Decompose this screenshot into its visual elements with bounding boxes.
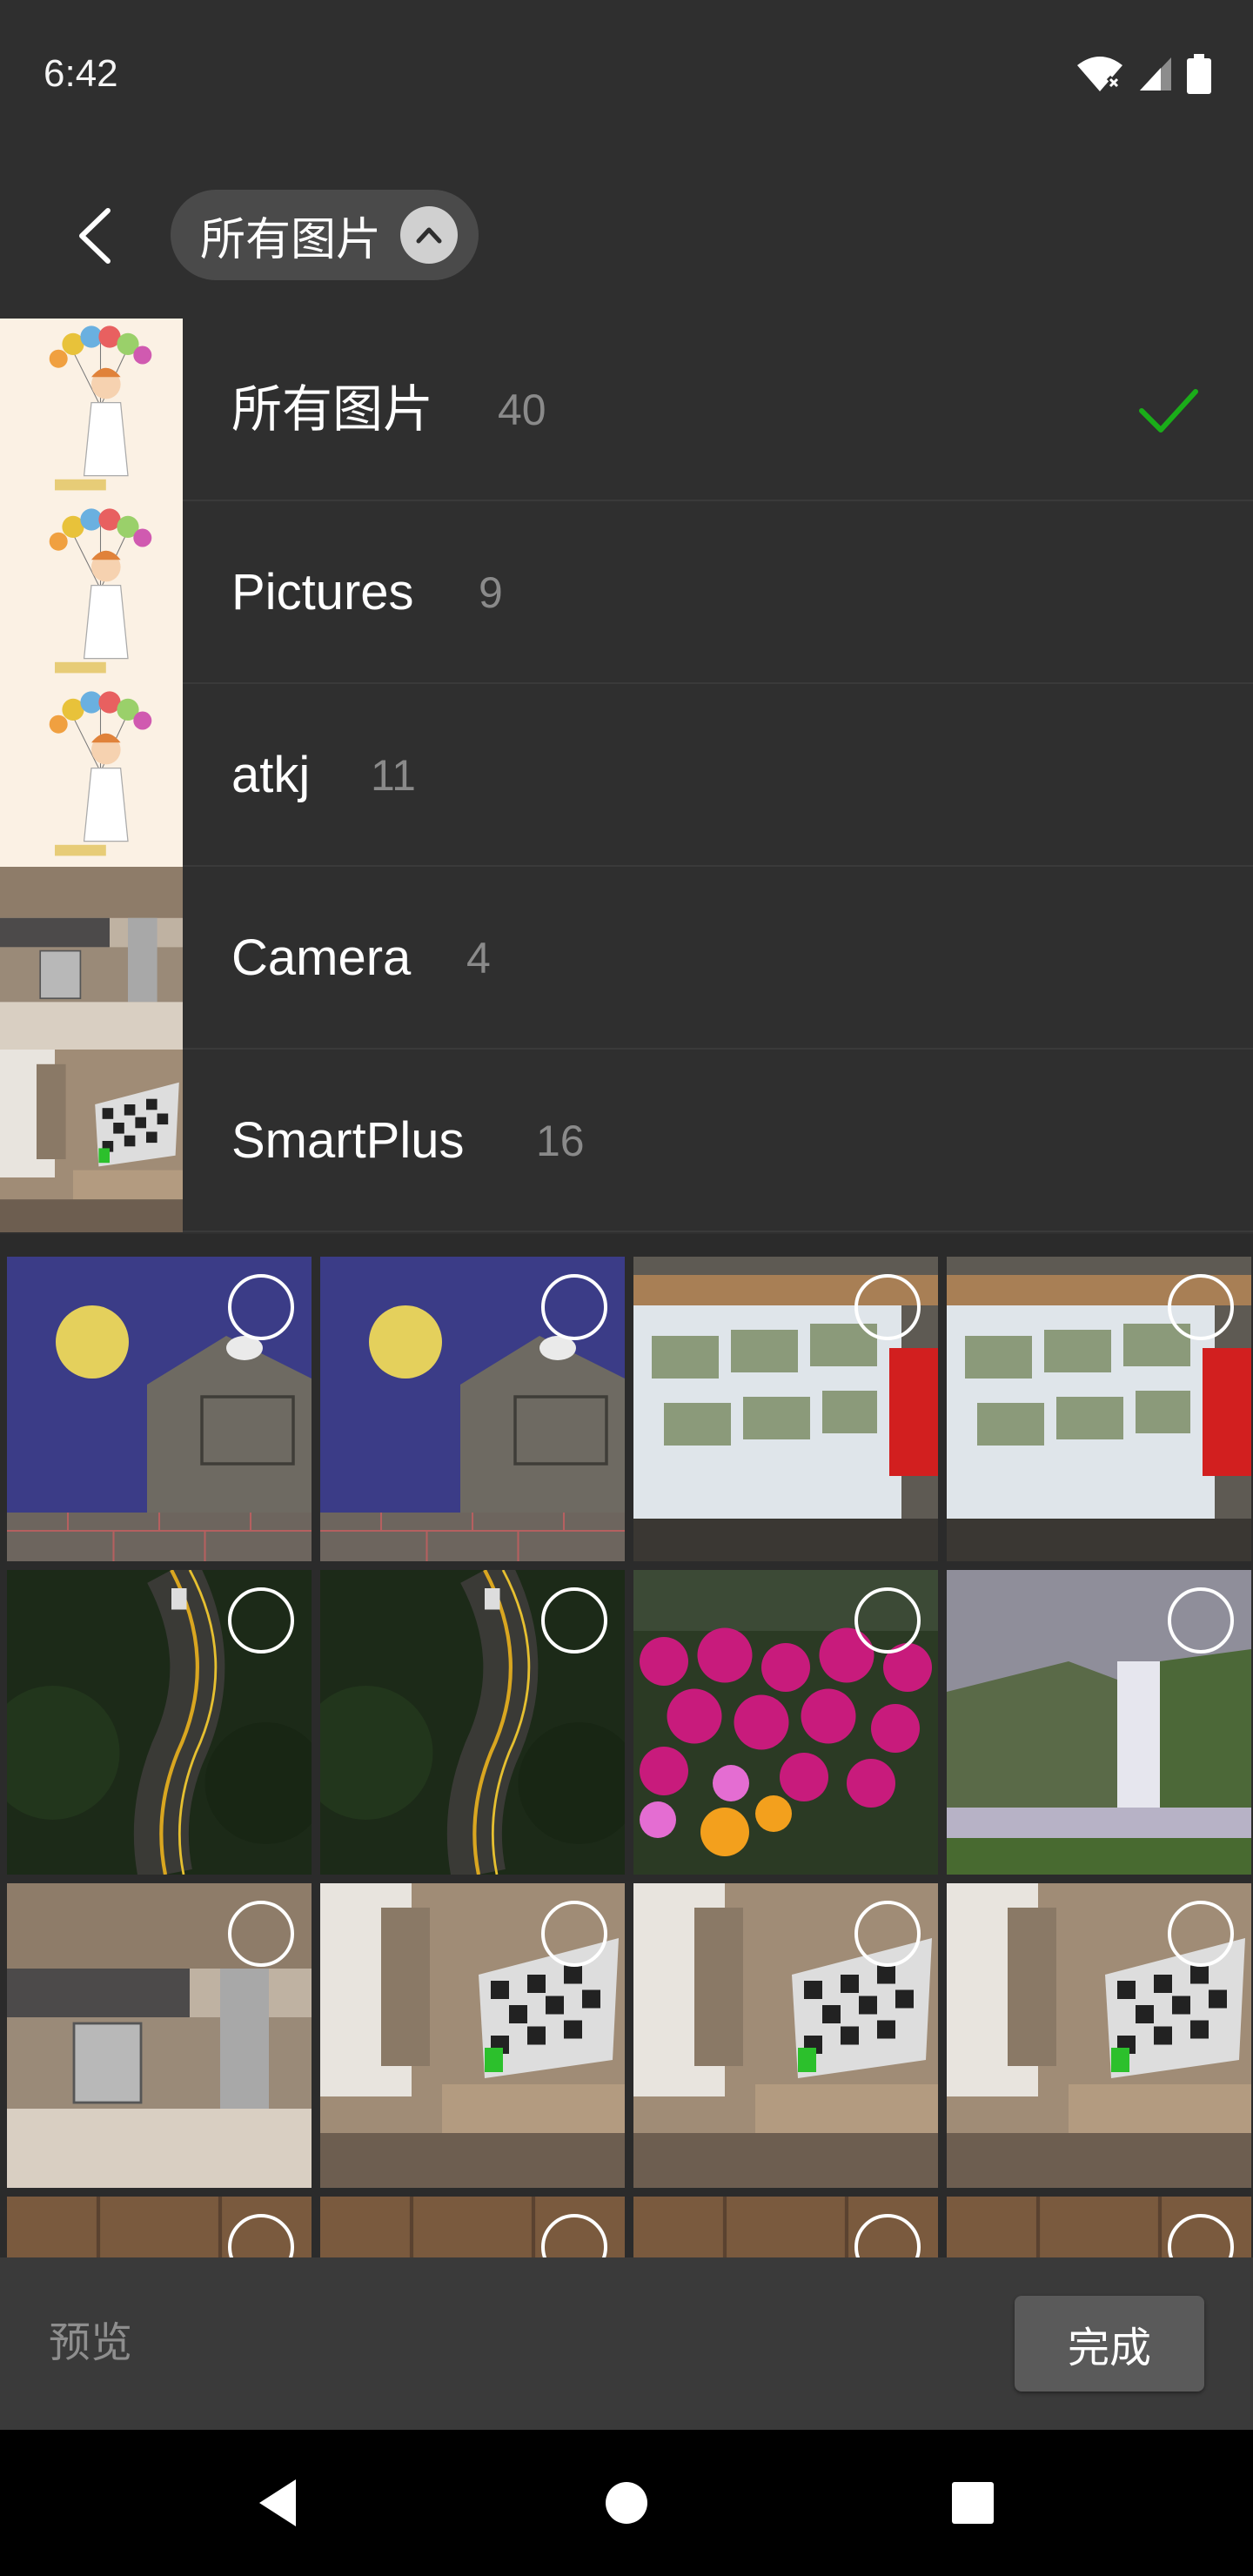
photo-tile[interactable] (633, 2197, 938, 2257)
album-thumbnail (0, 501, 183, 684)
album-name: atkj (231, 747, 311, 803)
back-arrow-icon (79, 208, 111, 264)
done-button[interactable]: 完成 (1015, 2296, 1204, 2392)
chevron-up-icon (416, 227, 442, 244)
select-circle-icon[interactable] (1168, 1587, 1234, 1654)
album-thumbnail (0, 1050, 183, 1232)
album-item[interactable]: 所有图片 40 (0, 319, 1253, 501)
select-circle-icon[interactable] (228, 1274, 294, 1340)
photo-tile[interactable] (633, 1257, 938, 1561)
recents-square-icon (952, 2482, 994, 2524)
checkmark-icon (1139, 389, 1198, 433)
photo-tile[interactable] (7, 1883, 312, 2188)
nav-recents-button[interactable] (938, 2468, 1008, 2538)
select-circle-icon[interactable] (541, 1901, 607, 1967)
album-item[interactable]: atkj 11 (0, 684, 1253, 867)
album-item[interactable]: SmartPlus 16 (0, 1050, 1253, 1232)
album-toggle[interactable] (400, 206, 459, 264)
nav-home-button[interactable] (592, 2468, 661, 2538)
photo-tile[interactable] (320, 1257, 625, 1561)
bottom-bar: 预览 完成 (0, 2257, 1253, 2430)
album-thumbnail (0, 684, 183, 867)
album-selector[interactable]: 所有图片 (171, 190, 479, 280)
photo-tile[interactable] (633, 1883, 938, 2188)
album-list: 所有图片 40 Pictures 9 atkj 11 Camera 4 Smar… (0, 319, 1253, 1234)
battery-icon (1187, 54, 1211, 94)
photo-tile[interactable] (7, 1570, 312, 1875)
back-button[interactable] (59, 198, 129, 273)
photo-tile[interactable] (320, 1883, 625, 2188)
album-name: Camera (231, 929, 412, 986)
status-bar: 6:42 (0, 0, 1253, 153)
nav-back-button[interactable] (242, 2468, 312, 2538)
photo-grid (0, 1234, 1253, 2257)
select-circle-icon[interactable] (541, 1274, 607, 1340)
cellular-signal-icon (1140, 57, 1171, 91)
album-count: 9 (479, 568, 503, 617)
select-circle-icon[interactable] (854, 1587, 921, 1654)
status-time: 6:42 (44, 52, 118, 95)
photo-tile[interactable] (633, 1570, 938, 1875)
album-name: Pictures (231, 564, 414, 621)
photo-tile[interactable] (320, 1570, 625, 1875)
album-selector-label: 所有图片 (200, 214, 382, 265)
album-thumbnail (0, 867, 183, 1050)
album-count: 16 (536, 1117, 585, 1165)
back-triangle-icon (259, 2479, 296, 2526)
select-circle-icon[interactable] (1168, 1901, 1234, 1967)
album-count: 40 (498, 386, 546, 434)
photo-tile[interactable] (7, 1257, 312, 1561)
photo-tile[interactable] (947, 1883, 1251, 2188)
album-name: SmartPlus (231, 1112, 465, 1169)
photo-tile[interactable] (947, 2197, 1251, 2257)
select-circle-icon[interactable] (228, 1901, 294, 1967)
album-count: 4 (466, 934, 491, 983)
navigation-bar (0, 2430, 1253, 2576)
album-item[interactable]: Camera 4 (0, 867, 1253, 1050)
photo-tile[interactable] (947, 1570, 1251, 1875)
toolbar: 所有图片 (0, 153, 1253, 319)
select-circle-icon[interactable] (854, 1274, 921, 1340)
select-circle-icon[interactable] (1168, 1274, 1234, 1340)
photo-tile[interactable] (7, 2197, 312, 2257)
wifi-icon (1077, 57, 1122, 91)
select-circle-icon[interactable] (854, 1901, 921, 1967)
select-circle-icon[interactable] (541, 1587, 607, 1654)
album-thumbnail (0, 319, 183, 501)
select-circle-icon[interactable] (228, 1587, 294, 1654)
photo-tile[interactable] (947, 1257, 1251, 1561)
home-circle-icon (606, 2482, 647, 2524)
photo-tile[interactable] (320, 2197, 625, 2257)
album-count: 11 (371, 751, 416, 800)
preview-button[interactable]: 预览 (49, 2257, 132, 2430)
status-icons (1075, 54, 1211, 94)
album-item[interactable]: Pictures 9 (0, 501, 1253, 684)
album-name: 所有图片 (231, 381, 434, 438)
